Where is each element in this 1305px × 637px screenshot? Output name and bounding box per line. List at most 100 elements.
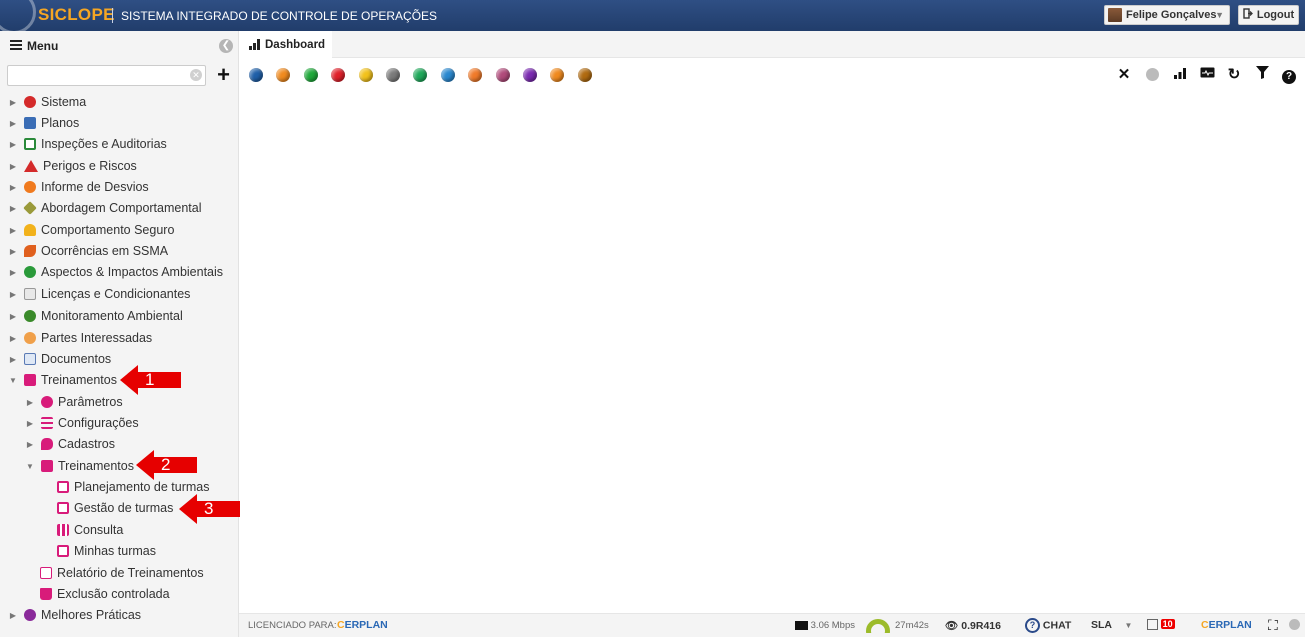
filter-dot-icon[interactable] bbox=[358, 68, 373, 82]
user-name: Felipe Gonçalves bbox=[1126, 9, 1217, 21]
licensee-prefix: C bbox=[337, 619, 345, 631]
sidebar-item-melhores-praticas[interactable]: ▶ Melhores Práticas bbox=[8, 605, 141, 625]
expand-arrow-icon[interactable]: ▶ bbox=[8, 611, 18, 620]
expand-arrow-icon[interactable]: ▶ bbox=[8, 226, 18, 235]
sidebar-item-consulta[interactable]: Consulta bbox=[57, 520, 123, 540]
sidebar-item-label: Partes Interessadas bbox=[41, 331, 153, 345]
collapse-arrow-icon[interactable]: ▼ bbox=[8, 376, 18, 385]
sidebar-item-minhas-turmas[interactable]: Minhas turmas bbox=[57, 541, 156, 561]
sidebar-item-partes[interactable]: ▶ Partes Interessadas bbox=[8, 328, 152, 348]
collapse-arrow-icon[interactable]: ▼ bbox=[25, 462, 35, 471]
sla-dropdown[interactable]: SLA ▼ bbox=[1091, 619, 1132, 631]
expand-arrow-icon[interactable]: ▶ bbox=[8, 204, 18, 213]
filter-dot-icon[interactable] bbox=[331, 68, 346, 82]
menu-label: Menu bbox=[27, 39, 59, 53]
expand-arrow-icon[interactable]: ▶ bbox=[8, 355, 18, 364]
filter-dot-icon[interactable] bbox=[386, 68, 400, 82]
filter-dot-icon[interactable] bbox=[495, 68, 510, 82]
expand-arrow-icon[interactable]: ▶ bbox=[8, 162, 18, 171]
expand-arrow-icon[interactable]: ▶ bbox=[8, 183, 18, 192]
collapse-sidebar-button[interactable]: ❮ bbox=[219, 39, 233, 53]
monitor-icon[interactable] bbox=[1198, 66, 1216, 84]
user-menu-button[interactable]: Felipe Gonçalves ▼ bbox=[1104, 5, 1230, 25]
filter-dot-icon[interactable] bbox=[468, 68, 483, 82]
sidebar-item-gestao-turmas[interactable]: Gestão de turmas bbox=[57, 498, 173, 518]
filter-dot-icon[interactable] bbox=[523, 68, 537, 82]
sidebar-item-treinamentos[interactable]: ▼ Treinamentos bbox=[8, 370, 117, 390]
sidebar-item-inspecoes[interactable]: ▶ Inspeções e Auditorias bbox=[8, 134, 167, 154]
close-icon[interactable]: ✕ bbox=[1115, 66, 1133, 84]
sidebar-item-sistema[interactable]: ▶ Sistema bbox=[8, 92, 86, 112]
fullscreen-icon[interactable]: ⛶ bbox=[1268, 617, 1278, 634]
sidebar-item-perigos[interactable]: ▶ Perigos e Riscos bbox=[8, 156, 137, 176]
tab-dashboard[interactable]: Dashboard bbox=[239, 31, 332, 58]
sidebar-item-licencas[interactable]: ▶ Licenças e Condicionantes bbox=[8, 284, 190, 304]
expand-arrow-icon[interactable]: ▶ bbox=[8, 268, 18, 277]
sidebar-item-label: Comportamento Seguro bbox=[41, 223, 175, 237]
menu-search-input[interactable] bbox=[7, 65, 206, 86]
expand-arrow-icon[interactable]: ▶ bbox=[8, 140, 18, 149]
chat-label: CHAT bbox=[1042, 619, 1072, 632]
version-value: 0.9R416 bbox=[961, 620, 1001, 632]
expand-arrow-icon[interactable]: ▶ bbox=[8, 247, 18, 256]
help-icon[interactable]: ? bbox=[1280, 66, 1298, 84]
licensee-name: ERPLAN bbox=[344, 619, 388, 631]
sidebar-item-configuracoes[interactable]: ▶ Configurações bbox=[25, 413, 139, 433]
sidebar-item-parametros[interactable]: ▶ Parâmetros bbox=[25, 392, 123, 412]
sidebar-item-label: Perigos e Riscos bbox=[43, 159, 137, 173]
sidebar-item-label: Gestão de turmas bbox=[74, 501, 174, 515]
fall-icon bbox=[24, 245, 36, 257]
add-button[interactable]: + bbox=[213, 64, 234, 86]
notifications-button[interactable]: 10 bbox=[1147, 619, 1175, 630]
sidebar-item-label: Sistema bbox=[41, 95, 87, 109]
sidebar-item-abordagem[interactable]: ▶ Abordagem Comportamental bbox=[8, 198, 202, 218]
status-dot-icon[interactable] bbox=[1143, 66, 1161, 84]
signal-icon[interactable] bbox=[1171, 66, 1189, 84]
expand-arrow-icon[interactable]: ▶ bbox=[8, 312, 18, 321]
sidebar-item-cadastros[interactable]: ▶ Cadastros bbox=[25, 434, 115, 454]
sidebar-item-planos[interactable]: ▶ Planos bbox=[8, 113, 79, 133]
calendar-icon bbox=[57, 502, 69, 514]
filter-icon[interactable] bbox=[1253, 66, 1271, 84]
sidebar-item-aspectos[interactable]: ▶ Aspectos & Impactos Ambientais bbox=[8, 262, 223, 282]
sidebar-item-comportamento[interactable]: ▶ Comportamento Seguro bbox=[8, 220, 174, 240]
filter-dot-icon[interactable] bbox=[249, 68, 263, 82]
sidebar-item-relatorio-treinamentos[interactable]: Relatório de Treinamentos bbox=[40, 563, 204, 583]
sidebar-item-ocorrencias[interactable]: ▶ Ocorrências em SSMA bbox=[8, 241, 168, 261]
sidebar-item-label: Inspeções e Auditorias bbox=[41, 137, 167, 151]
expand-arrow-icon[interactable]: ▶ bbox=[8, 119, 18, 128]
brand-logo[interactable]: SICLOPE bbox=[38, 5, 115, 25]
filter-dot-icon[interactable] bbox=[303, 68, 318, 82]
logout-label: Logout bbox=[1256, 9, 1295, 21]
filter-dot-icon[interactable] bbox=[276, 68, 291, 82]
status-circle-icon[interactable] bbox=[1289, 619, 1300, 633]
sidebar-item-label: Cadastros bbox=[58, 437, 115, 451]
filter-dot-icon[interactable] bbox=[577, 68, 592, 82]
filter-dot-icon[interactable] bbox=[550, 68, 565, 82]
licensee-logo: CERPLAN bbox=[337, 619, 388, 631]
sidebar-item-treinamentos-sub[interactable]: ▼ Treinamentos bbox=[25, 456, 134, 476]
filter-dot-icon[interactable] bbox=[413, 68, 428, 82]
sidebar-item-desvios[interactable]: ▶ Informe de Desvios bbox=[8, 177, 149, 197]
sidebar-item-exclusao-controlada[interactable]: Exclusão controlada bbox=[40, 584, 170, 604]
expand-arrow-icon[interactable]: ▶ bbox=[25, 440, 35, 449]
tab-bar: Dashboard bbox=[239, 31, 1305, 58]
brand-logo-footer: CERPLAN bbox=[1201, 619, 1252, 631]
filter-dot-icon[interactable] bbox=[440, 68, 455, 82]
sidebar-item-documentos[interactable]: ▶ Documentos bbox=[8, 349, 111, 369]
chat-button[interactable]: ? CHAT bbox=[1025, 618, 1071, 633]
logout-button[interactable]: Logout bbox=[1238, 5, 1299, 25]
hamburger-icon[interactable] bbox=[10, 40, 22, 50]
plan-icon bbox=[24, 117, 36, 129]
expand-arrow-icon[interactable]: ▶ bbox=[8, 98, 18, 107]
sidebar-item-label: Treinamentos bbox=[41, 373, 117, 387]
sidebar-item-label: Exclusão controlada bbox=[57, 587, 170, 601]
expand-arrow-icon[interactable]: ▶ bbox=[8, 334, 18, 343]
folder-open-icon bbox=[24, 374, 36, 386]
expand-arrow-icon[interactable]: ▶ bbox=[8, 290, 18, 299]
sidebar-item-monitoramento[interactable]: ▶ Monitoramento Ambiental bbox=[8, 306, 183, 326]
clear-search-icon[interactable]: ✕ bbox=[190, 69, 202, 81]
expand-arrow-icon[interactable]: ▶ bbox=[25, 419, 35, 428]
expand-arrow-icon[interactable]: ▶ bbox=[25, 398, 35, 407]
refresh-icon[interactable]: ↻ bbox=[1225, 66, 1243, 84]
